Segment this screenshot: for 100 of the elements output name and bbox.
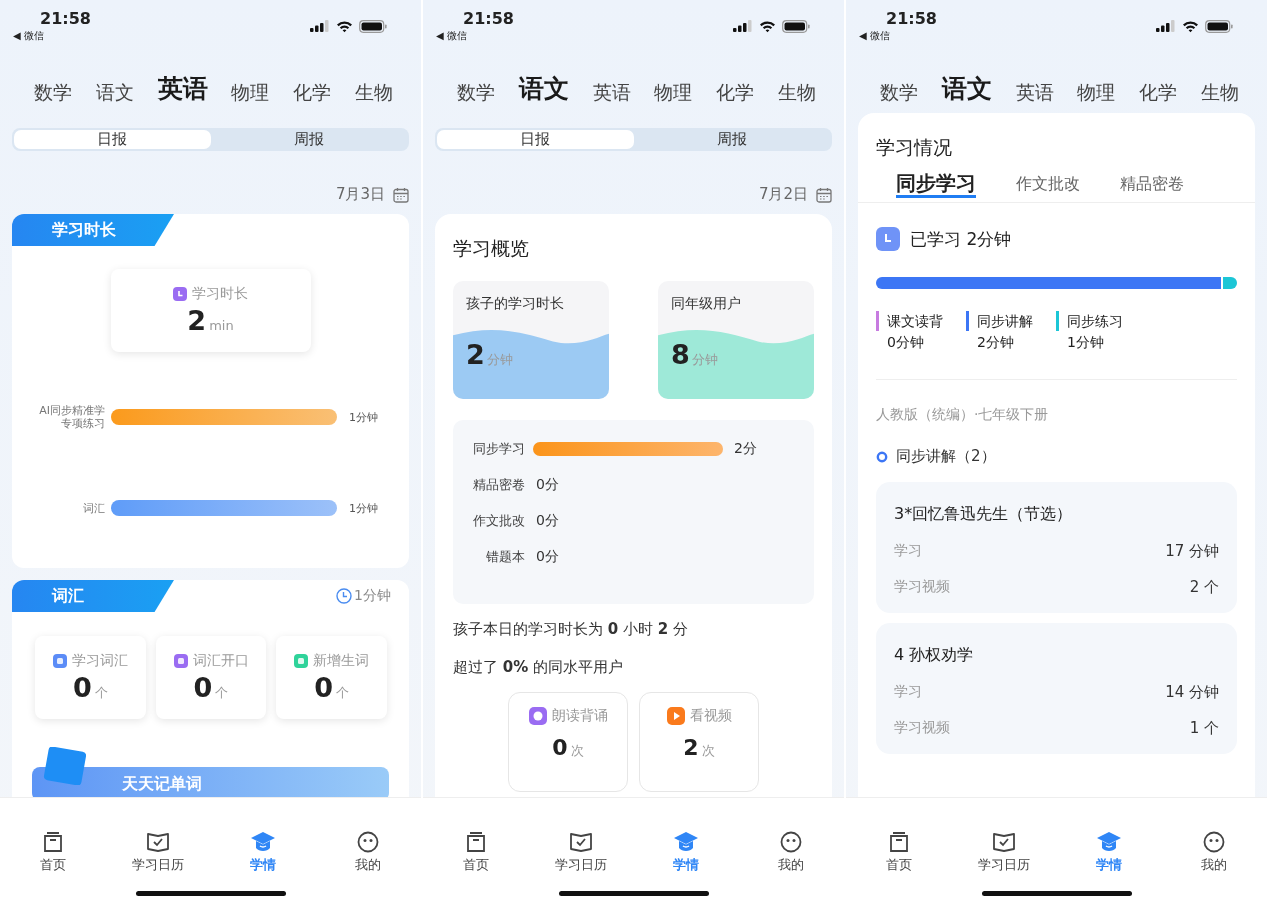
studied-text: 已学习 2分钟	[910, 227, 1012, 251]
summary-text: 超过了 0% 的同水平用户	[453, 657, 625, 678]
subject-tab[interactable]: 生物	[355, 78, 393, 106]
subject-tab[interactable]: 语文	[95, 78, 134, 106]
calendar-icon[interactable]	[393, 186, 409, 203]
tab[interactable]: 同步学习	[896, 171, 976, 198]
subject-tab[interactable]: 物理	[231, 78, 270, 106]
legend-value: 0分钟	[887, 333, 925, 352]
row-value: 0分	[536, 476, 559, 494]
app-icon	[666, 707, 685, 725]
book-check-icon	[991, 831, 1016, 853]
subject-tab[interactable]: 生物	[778, 78, 816, 106]
smiley-icon	[1203, 831, 1226, 853]
tab[interactable]: 精品密卷	[1120, 171, 1184, 203]
subject-tab[interactable]: 化学	[293, 78, 332, 106]
clock-icon	[173, 287, 187, 301]
app-icon	[52, 654, 67, 668]
app-icon	[173, 654, 188, 668]
lesson-label: 学习视频	[894, 719, 950, 737]
subject-tab[interactable]: 化学	[1139, 78, 1178, 106]
stat-unit: min	[209, 318, 234, 333]
tile-value: 8	[671, 339, 690, 370]
subject-tab[interactable]: 物理	[1077, 78, 1116, 106]
status-time: 21:58	[886, 9, 937, 29]
card-icon	[42, 747, 86, 785]
subject-tab[interactable]: 物理	[654, 78, 693, 106]
battery-icon	[1205, 19, 1233, 33]
nav-tab[interactable]: 学习日历	[117, 831, 198, 874]
book-check-icon	[145, 831, 170, 853]
report-tab[interactable]: 周报	[633, 130, 830, 149]
stat-label: 学习时长	[192, 285, 248, 303]
bar-value: 1分钟	[349, 409, 378, 425]
subject-tab[interactable]: 数学	[457, 78, 495, 106]
lesson-label: 学习视频	[894, 578, 950, 596]
tile-value: 2	[466, 339, 485, 370]
stat-label: 新增生词	[313, 652, 370, 670]
report-tab[interactable]: 日报	[437, 130, 634, 149]
subject-tab[interactable]: 英语	[157, 72, 208, 106]
stat-label: 词汇开口	[192, 652, 249, 670]
activity-unit: 次	[701, 742, 715, 760]
stat-unit: 个	[215, 684, 229, 702]
nav-tab[interactable]: 首页	[12, 831, 93, 874]
signal-icon	[733, 20, 753, 32]
wifi-icon	[759, 19, 776, 33]
back-link[interactable]: ◀ 微信	[859, 29, 937, 43]
lesson-title: 3*回忆鲁迅先生（节选）	[894, 504, 1074, 525]
row-value: 0分	[536, 512, 559, 530]
box-icon	[887, 831, 910, 853]
lesson-label: 学习	[894, 542, 922, 560]
bar-label: AI同步精准学	[39, 404, 105, 417]
lesson-card[interactable]: 3*回忆鲁迅先生（节选） 学习 17 分钟 学习视频 2 个	[876, 482, 1237, 613]
battery-icon	[359, 19, 387, 33]
book-check-icon	[568, 831, 593, 853]
nav-tab[interactable]: 学情	[1069, 831, 1150, 874]
subject-tab[interactable]: 数学	[34, 78, 72, 106]
nav-tab[interactable]: 我的	[328, 831, 409, 874]
nav-tab[interactable]: 学习日历	[540, 831, 621, 874]
wifi-icon	[336, 19, 353, 33]
textbook-label: 人教版（统编）·七年级下册	[876, 406, 1050, 424]
clock-icon	[336, 588, 353, 604]
legend-value: 2分钟	[977, 333, 1015, 352]
tab[interactable]: 作文批改	[1016, 171, 1080, 203]
box-icon	[464, 831, 487, 853]
ring-icon	[876, 450, 888, 463]
nav-tab[interactable]: 首页	[435, 831, 516, 874]
report-tab[interactable]: 日报	[14, 130, 211, 149]
subject-tab[interactable]: 语文	[518, 72, 569, 106]
nav-tab[interactable]: 首页	[858, 831, 939, 874]
date-label: 7月3日	[335, 185, 385, 204]
subject-tab[interactable]: 语文	[941, 72, 992, 106]
subject-tab[interactable]: 英语	[592, 78, 631, 106]
nav-tab[interactable]: 学情	[646, 831, 727, 874]
tile-unit: 分钟	[691, 351, 718, 369]
report-tab[interactable]: 周报	[210, 130, 407, 149]
group-label: 同步讲解（2）	[896, 447, 996, 466]
card-title: 学习概览	[453, 236, 530, 261]
activity-label: 看视频	[689, 707, 732, 725]
app-icon	[294, 654, 309, 668]
nav-tab[interactable]: 学情	[223, 831, 304, 874]
clock-icon	[876, 227, 900, 251]
subject-tab[interactable]: 英语	[1015, 78, 1054, 106]
subject-tab[interactable]: 生物	[1201, 78, 1239, 106]
date-label: 7月2日	[758, 185, 808, 204]
subject-tab[interactable]: 化学	[716, 78, 755, 106]
nav-tab[interactable]: 我的	[751, 831, 832, 874]
legend-value: 1分钟	[1067, 333, 1105, 352]
stat-value: 2	[187, 305, 207, 336]
subject-tab[interactable]: 数学	[880, 78, 918, 106]
nav-tab[interactable]: 学习日历	[963, 831, 1044, 874]
lesson-card[interactable]: 4 孙权劝学 学习 14 分钟 学习视频 1 个	[876, 623, 1237, 754]
legend-label: 课文读背	[887, 312, 943, 331]
row-label: 精品密卷	[472, 476, 525, 494]
lesson-value: 1 个	[1189, 718, 1219, 738]
graduation-cap-icon	[673, 831, 700, 853]
calendar-icon[interactable]	[816, 186, 832, 203]
back-link[interactable]: ◀ 微信	[436, 29, 514, 43]
activity-value: 0	[552, 735, 568, 760]
back-link[interactable]: ◀ 微信	[13, 29, 91, 43]
nav-tab[interactable]: 我的	[1174, 831, 1255, 874]
summary-text: 孩子本日的学习时长为 0 小时 2 分	[453, 619, 689, 640]
